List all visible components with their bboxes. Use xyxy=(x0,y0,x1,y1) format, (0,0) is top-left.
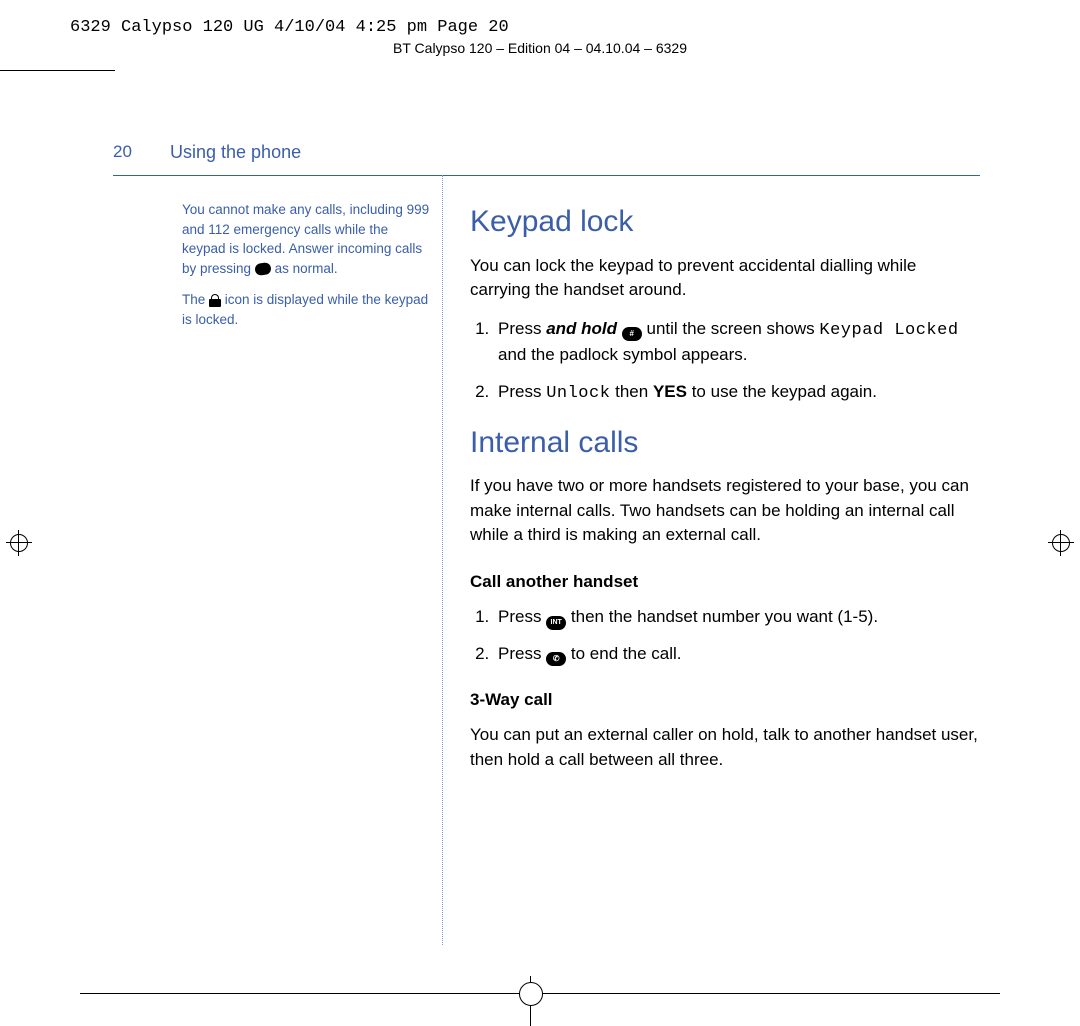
section-title: Using the phone xyxy=(170,142,301,163)
subheading-call-another: Call another handset xyxy=(470,570,980,595)
step-text: then the handset number you want (1-5). xyxy=(566,607,878,626)
step-2: Press Unlock then YES to use the keypad … xyxy=(494,380,980,407)
step-text: Press xyxy=(498,644,546,663)
paragraph: You can put an external caller on hold, … xyxy=(470,723,980,772)
emphasis-text: and hold xyxy=(546,319,617,338)
page-number: 20 xyxy=(113,142,132,162)
paragraph: If you have two or more handsets registe… xyxy=(470,474,980,548)
paragraph: You can lock the keypad to prevent accid… xyxy=(470,254,980,303)
horizontal-rule xyxy=(113,175,980,176)
sidebar-notes: You cannot make any calls, including 999… xyxy=(182,200,430,341)
step-text: and the padlock symbol appears. xyxy=(498,345,748,364)
column-divider xyxy=(442,175,443,945)
sidebar-note-1: You cannot make any calls, including 999… xyxy=(182,200,430,278)
step-text: to end the call. xyxy=(566,644,681,663)
step-text: Press xyxy=(498,382,546,401)
padlock-icon xyxy=(209,294,221,306)
registration-mark-icon xyxy=(519,982,543,1006)
step-2: Press ✆ to end the call. xyxy=(494,642,980,667)
subheading-3way: 3-Way call xyxy=(470,688,980,713)
talk-key-icon xyxy=(254,262,272,276)
step-1: Press INT then the handset number you wa… xyxy=(494,605,980,630)
step-text: to use the keypad again. xyxy=(687,382,877,401)
note-text: The xyxy=(182,292,209,307)
registration-mark-icon xyxy=(6,530,32,556)
bold-text: YES xyxy=(653,382,687,401)
steps-list: Press and hold # until the screen shows … xyxy=(470,317,980,407)
main-content: Keypad lock You can lock the keypad to p… xyxy=(470,200,980,786)
steps-list: Press INT then the handset number you wa… xyxy=(470,605,980,667)
heading-keypad-lock: Keypad lock xyxy=(470,200,980,244)
lcd-text: Unlock xyxy=(546,384,610,403)
end-key-icon: ✆ xyxy=(546,652,566,666)
note-text: as normal. xyxy=(275,261,338,276)
step-text: Press xyxy=(498,607,546,626)
running-head: BT Calypso 120 – Edition 04 – 04.10.04 –… xyxy=(0,40,1080,56)
print-slug: 6329 Calypso 120 UG 4/10/04 4:25 pm Page… xyxy=(70,18,509,37)
sidebar-note-2: The icon is displayed while the keypad i… xyxy=(182,290,430,329)
heading-internal-calls: Internal calls xyxy=(470,421,980,465)
guide-line xyxy=(0,70,115,71)
hash-key-icon: # xyxy=(622,327,642,341)
step-text: then xyxy=(610,382,653,401)
step-text: Press xyxy=(498,319,546,338)
registration-mark-icon xyxy=(1048,530,1074,556)
lcd-text: Keypad Locked xyxy=(819,321,958,340)
step-text: until the screen shows xyxy=(646,319,819,338)
int-key-icon: INT xyxy=(546,616,566,630)
step-1: Press and hold # until the screen shows … xyxy=(494,317,980,368)
